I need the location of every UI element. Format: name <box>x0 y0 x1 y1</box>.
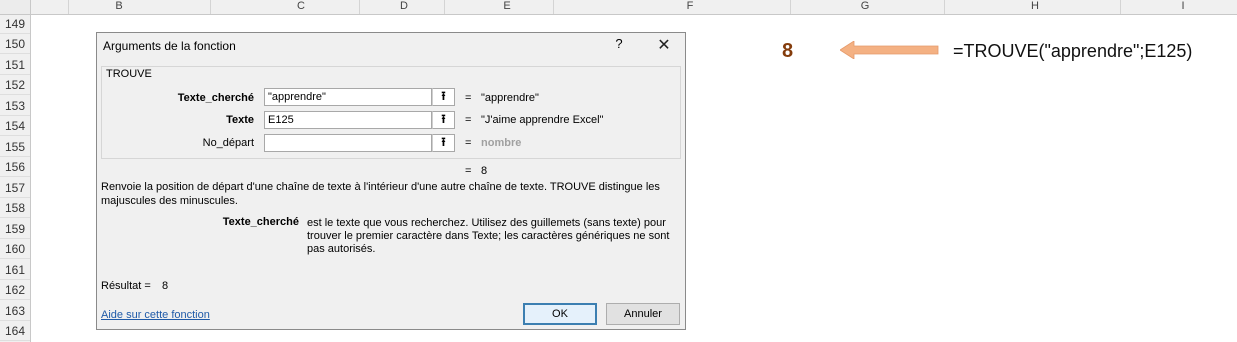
result-label: Résultat = <box>101 280 151 292</box>
ok-button[interactable]: OK <box>523 303 597 325</box>
collapse-dialog-icon[interactable]: ⭱ <box>432 88 455 106</box>
column-divider[interactable] <box>944 0 945 14</box>
formula-annotation[interactable]: =TROUVE("apprendre";E125) <box>953 41 1192 62</box>
column-header-h[interactable]: H <box>1025 0 1045 14</box>
row-header[interactable]: 157 <box>0 179 30 198</box>
arg-label-texte: Texte <box>226 114 254 126</box>
column-header-bar: B C D E F G H I <box>0 0 1237 15</box>
row-header[interactable]: 164 <box>0 322 30 341</box>
column-divider[interactable] <box>359 0 360 14</box>
select-all-corner[interactable] <box>0 0 31 14</box>
row-header-column: 149 150 151 152 153 154 155 156 157 158 … <box>0 15 31 342</box>
row-header[interactable]: 156 <box>0 158 30 177</box>
row-header[interactable]: 159 <box>0 220 30 239</box>
dialog-title: Arguments de la fonction <box>103 39 236 53</box>
left-arrow-icon <box>840 41 939 59</box>
row-header[interactable]: 149 <box>0 15 30 34</box>
function-help-link[interactable]: Aide sur cette fonction <box>101 309 210 321</box>
column-header-e[interactable]: E <box>497 0 517 14</box>
param-help-description: est le texte que vous recherchez. Utilis… <box>307 217 670 255</box>
equals-sign: = <box>465 114 472 126</box>
equals-sign: = <box>465 165 472 177</box>
arg-label-texte-cherche: Texte_cherché <box>177 92 254 104</box>
collapse-dialog-icon[interactable]: ⭱ <box>432 134 455 152</box>
arg-input-no-depart[interactable] <box>264 134 432 152</box>
row-header[interactable]: 163 <box>0 302 30 321</box>
result-value: 8 <box>162 280 169 292</box>
column-header-c[interactable]: C <box>291 0 311 14</box>
column-divider[interactable] <box>1120 0 1121 14</box>
result-cell-value[interactable]: 8 <box>782 40 793 63</box>
row-header[interactable]: 153 <box>0 97 30 116</box>
column-header-g[interactable]: G <box>855 0 875 14</box>
function-arguments-dialog: Arguments de la fonction ? ✕ TROUVE Text… <box>96 32 686 330</box>
equals-sign: = <box>465 137 472 149</box>
equals-sign: = <box>465 92 472 104</box>
arg-result-no-depart: nombre <box>481 137 522 149</box>
formula-result: 8 <box>481 165 488 177</box>
row-header[interactable]: 150 <box>0 35 30 54</box>
column-divider[interactable] <box>553 0 554 14</box>
row-header[interactable]: 158 <box>0 199 30 218</box>
column-divider[interactable] <box>790 0 791 14</box>
help-icon[interactable]: ? <box>612 36 626 51</box>
close-icon[interactable]: ✕ <box>655 35 673 55</box>
row-header[interactable]: 155 <box>0 138 30 157</box>
column-header-i[interactable]: I <box>1173 0 1193 14</box>
column-header-b[interactable]: B <box>109 0 129 14</box>
column-divider[interactable] <box>68 0 69 14</box>
row-header[interactable]: 160 <box>0 240 30 259</box>
function-description: Renvoie la position de départ d'une chaî… <box>101 181 660 207</box>
row-header[interactable]: 151 <box>0 56 30 75</box>
row-header[interactable]: 162 <box>0 281 30 300</box>
column-divider[interactable] <box>210 0 211 14</box>
row-header[interactable]: 161 <box>0 261 30 280</box>
arg-label-no-depart: No_départ <box>202 137 254 149</box>
column-divider[interactable] <box>444 0 445 14</box>
arg-input-texte[interactable]: E125 <box>264 111 432 129</box>
column-header-f[interactable]: F <box>680 0 700 14</box>
function-name: TROUVE <box>106 68 152 80</box>
cancel-button[interactable]: Annuler <box>606 303 680 325</box>
row-header[interactable]: 152 <box>0 76 30 95</box>
collapse-dialog-icon[interactable]: ⭱ <box>432 111 455 129</box>
column-header-d[interactable]: D <box>394 0 414 14</box>
param-help-name: Texte_cherché <box>222 216 299 228</box>
arg-input-texte-cherche[interactable]: "apprendre" <box>264 88 432 106</box>
arg-result-texte: "J'aime apprendre Excel" <box>481 114 604 126</box>
row-header[interactable]: 154 <box>0 117 30 136</box>
arg-result-texte-cherche: "apprendre" <box>481 92 539 104</box>
